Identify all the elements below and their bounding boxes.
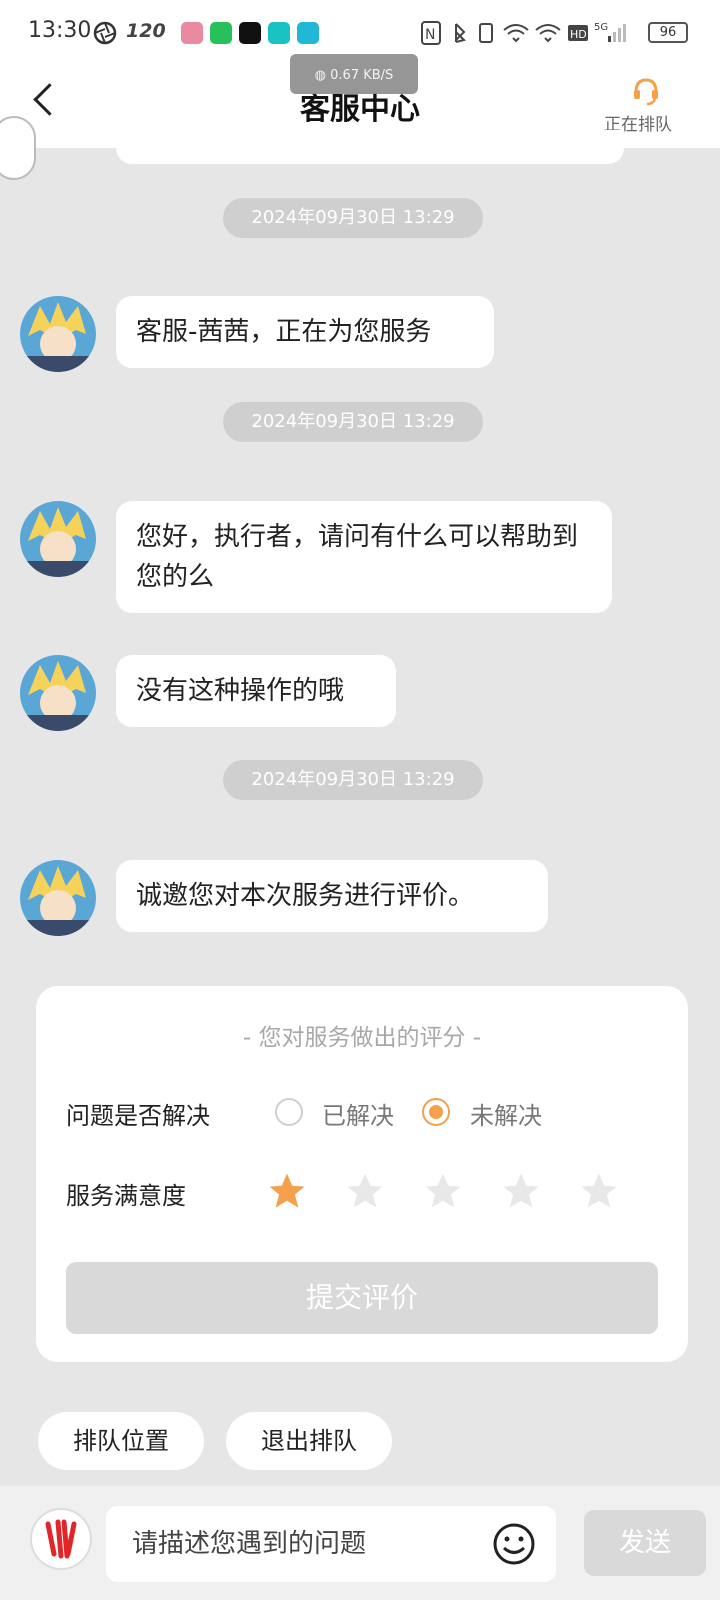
refresh-rate: 120 bbox=[126, 20, 166, 42]
option-unresolved-label[interactable]: 未解决 bbox=[470, 1096, 542, 1131]
send-button[interactable]: 发送 bbox=[584, 1510, 706, 1576]
taptap-icon bbox=[268, 22, 290, 44]
system-status-icons: N HD 5G bbox=[421, 21, 626, 45]
brand-logo bbox=[30, 1508, 92, 1570]
message-bubble: 客服-茜茜，正在为您服务 bbox=[116, 296, 494, 368]
radio-resolved[interactable] bbox=[275, 1098, 303, 1126]
star-icon-2[interactable] bbox=[344, 1170, 386, 1212]
battery-indicator: 96 bbox=[648, 22, 688, 43]
queue-position-button[interactable]: 排队位置 bbox=[38, 1412, 204, 1470]
timestamp: 2024年09月30日 13:29 bbox=[223, 198, 483, 238]
submit-rating-button[interactable]: 提交评价 bbox=[66, 1262, 658, 1334]
floating-assistant-button[interactable] bbox=[0, 116, 36, 180]
svg-text:HD: HD bbox=[570, 28, 587, 41]
net-speed-overlay: ◍ 0.67 KB/S bbox=[290, 54, 418, 94]
timestamp: 2024年09月30日 13:29 bbox=[223, 402, 483, 442]
exit-queue-button[interactable]: 退出排队 bbox=[226, 1412, 392, 1470]
svg-text:N: N bbox=[425, 27, 435, 43]
message-bubble: 您好，执行者，请问有什么可以帮助到您的么 bbox=[116, 501, 612, 613]
star-icon-5[interactable] bbox=[578, 1170, 620, 1212]
previous-message-bubble bbox=[116, 130, 624, 164]
headset-icon[interactable] bbox=[631, 76, 661, 108]
app-avatar-icon bbox=[181, 22, 203, 44]
agent-avatar[interactable] bbox=[20, 655, 96, 731]
star-icon-3[interactable] bbox=[422, 1170, 464, 1212]
net-speed-text: 0.67 KB/S bbox=[330, 68, 394, 83]
emoji-icon[interactable] bbox=[492, 1522, 536, 1566]
rating-card-title: - 您对服务做出的评分 - bbox=[242, 1025, 482, 1051]
agent-avatar[interactable] bbox=[20, 860, 96, 936]
message-app-icon bbox=[210, 22, 232, 44]
status-time: 13:30 bbox=[28, 18, 92, 43]
aperture-icon bbox=[93, 21, 117, 45]
globe-icon: ◍ bbox=[314, 68, 331, 83]
resolved-question-label: 问题是否解决 bbox=[66, 1102, 210, 1130]
agent-avatar[interactable] bbox=[20, 501, 96, 577]
satisfaction-label: 服务满意度 bbox=[66, 1182, 186, 1210]
svg-text:5G: 5G bbox=[594, 22, 608, 33]
star-icon-4[interactable] bbox=[500, 1170, 542, 1212]
message-bubble: 没有这种操作的哦 bbox=[116, 655, 396, 727]
agent-avatar[interactable] bbox=[20, 296, 96, 372]
radio-unresolved[interactable] bbox=[422, 1098, 450, 1126]
message-input[interactable]: 请描述您遇到的问题 bbox=[106, 1506, 556, 1582]
tiktok-icon bbox=[239, 22, 261, 44]
message-bubble: 诚邀您对本次服务进行评价。 bbox=[116, 860, 548, 932]
star-icon-1[interactable] bbox=[266, 1170, 308, 1212]
timestamp: 2024年09月30日 13:29 bbox=[223, 760, 483, 800]
app-icon bbox=[297, 22, 319, 44]
option-resolved-label[interactable]: 已解决 bbox=[322, 1096, 394, 1131]
